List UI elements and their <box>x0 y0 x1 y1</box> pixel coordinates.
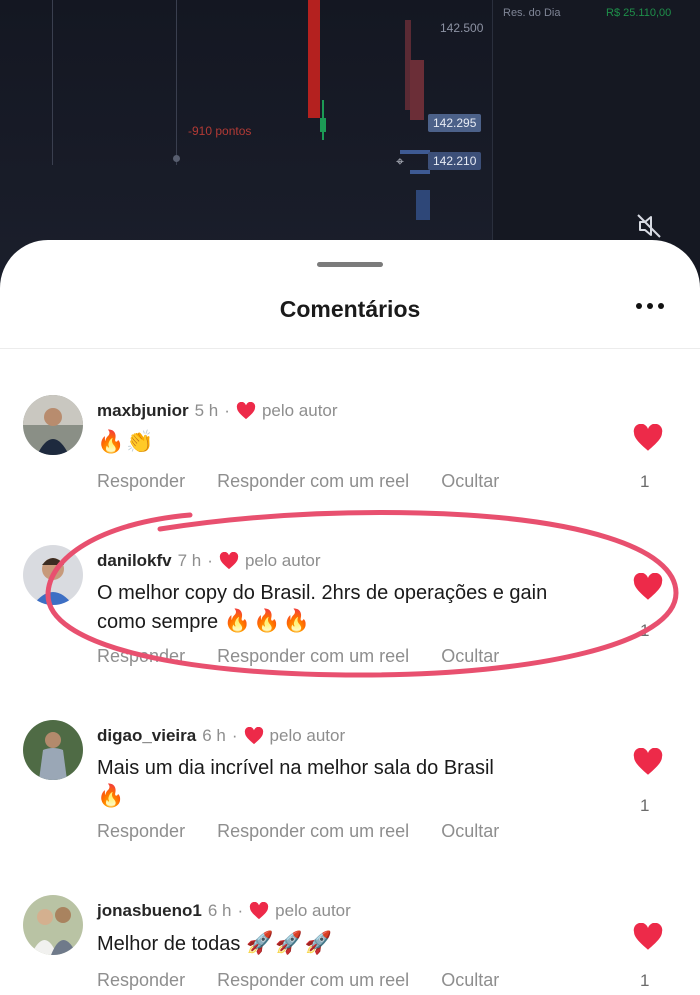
separator: · <box>237 901 244 920</box>
comment-emoji: 🔥👏 <box>97 429 156 454</box>
comment-username[interactable]: jonasbueno1 <box>97 901 202 921</box>
like-heart-icon[interactable] <box>632 573 664 601</box>
crosshair-icon: ⌖ <box>396 153 404 169</box>
sheet-title: Comentários <box>279 296 421 322</box>
hide-button[interactable]: Ocultar <box>441 821 499 841</box>
like-count: 1 <box>640 472 650 491</box>
comment-header: danilokfv 7 h · pelo autor <box>97 551 321 571</box>
mute-icon[interactable] <box>636 213 662 239</box>
like-count: 1 <box>640 971 650 990</box>
comment-actions: Responder Responder com um reel Ocultar <box>97 471 526 492</box>
sheet-drag-handle[interactable] <box>317 262 383 267</box>
comment-emoji: 🔥 <box>97 783 127 808</box>
reply-button[interactable]: Responder <box>97 471 185 491</box>
comment-username[interactable]: maxbjunior <box>97 401 189 421</box>
points-label: -910 pontos <box>188 124 252 138</box>
avatar[interactable] <box>23 545 83 605</box>
comment-header: maxbjunior 5 h · pelo autor <box>97 401 338 421</box>
daily-result-label: Res. do Dia <box>503 7 561 19</box>
comment-body: Melhor de todas <box>97 933 241 955</box>
like-count: 1 <box>640 796 650 815</box>
comment-actions: Responder Responder com um reel Ocultar <box>97 970 526 991</box>
comment-time: 5 h <box>194 401 219 420</box>
separator: · <box>231 726 238 745</box>
reply-button[interactable]: Responder <box>97 646 185 666</box>
reply-button[interactable]: Responder <box>97 821 185 841</box>
avatar[interactable] <box>23 720 83 780</box>
author-badge: pelo autor <box>275 901 351 920</box>
reply-with-reel-button[interactable]: Responder com um reel <box>217 646 409 666</box>
comments-sheet: Comentários maxbjunior 5 h · pelo autor … <box>0 240 700 995</box>
chart-gridline <box>176 0 177 165</box>
price-top-label: 142.500 <box>440 21 484 35</box>
comment-body: O melhor copy do Brasil. 2hrs de operaçõ… <box>97 582 548 633</box>
comment-time: 6 h <box>202 726 226 745</box>
comment-actions: Responder Responder com um reel Ocultar <box>97 646 526 667</box>
author-badge: pelo autor <box>244 551 321 570</box>
divider <box>0 348 700 349</box>
chart-candle-red <box>308 0 320 118</box>
author-liked-heart-icon <box>250 902 269 920</box>
hide-button[interactable]: Ocultar <box>441 471 499 491</box>
comment-text: Melhor de todas 🚀🚀🚀 <box>97 929 597 958</box>
author-liked-heart-icon <box>219 552 239 570</box>
like-count: 1 <box>640 621 650 640</box>
chart-marker <box>173 155 180 162</box>
comment-username[interactable]: danilokfv <box>97 551 172 571</box>
like-heart-icon[interactable] <box>632 424 664 452</box>
chart-gridline <box>52 0 53 165</box>
author-liked-heart-icon <box>244 727 263 745</box>
hide-button[interactable]: Ocultar <box>441 970 499 990</box>
avatar[interactable] <box>23 895 83 955</box>
reply-with-reel-button[interactable]: Responder com um reel <box>217 471 409 491</box>
price-tag: 142.295 <box>428 114 482 132</box>
like-heart-icon[interactable] <box>632 923 664 951</box>
reply-with-reel-button[interactable]: Responder com um reel <box>217 821 409 841</box>
comment-time: 7 h <box>177 551 202 570</box>
author-badge: pelo autor <box>269 726 346 745</box>
chart-candle-green <box>320 118 326 132</box>
reply-with-reel-button[interactable]: Responder com um reel <box>217 970 409 990</box>
price-tag: 142.210 <box>428 152 482 170</box>
comment-text: O melhor copy do Brasil. 2hrs de operaçõ… <box>97 579 597 636</box>
author-badge: pelo autor <box>261 401 338 420</box>
more-options-icon[interactable] <box>630 292 670 320</box>
separator: · <box>207 551 213 570</box>
order-depth-bars <box>400 20 430 220</box>
reply-button[interactable]: Responder <box>97 970 185 990</box>
comment-text: Mais um dia incrível na melhor sala do B… <box>97 754 597 811</box>
separator: · <box>224 401 230 420</box>
comment-header: digao_vieira 6 h · pelo autor <box>97 726 345 746</box>
comment-header: jonasbueno1 6 h · pelo autor <box>97 901 351 921</box>
comment-actions: Responder Responder com um reel Ocultar <box>97 821 526 842</box>
avatar[interactable] <box>23 395 83 455</box>
author-liked-heart-icon <box>236 402 256 420</box>
comment-body: Mais um dia incrível na melhor sala do B… <box>97 757 494 779</box>
like-heart-icon[interactable] <box>632 748 664 776</box>
comment-text: 🔥👏 <box>97 428 597 457</box>
comment-emoji: 🔥🔥🔥 <box>223 608 312 633</box>
daily-result-value: R$ 25.110,00 <box>606 7 672 19</box>
hide-button[interactable]: Ocultar <box>441 646 499 666</box>
comment-time: 6 h <box>207 901 232 920</box>
comment-username[interactable]: digao_vieira <box>97 726 196 746</box>
comment-emoji: 🚀🚀🚀 <box>245 930 335 955</box>
